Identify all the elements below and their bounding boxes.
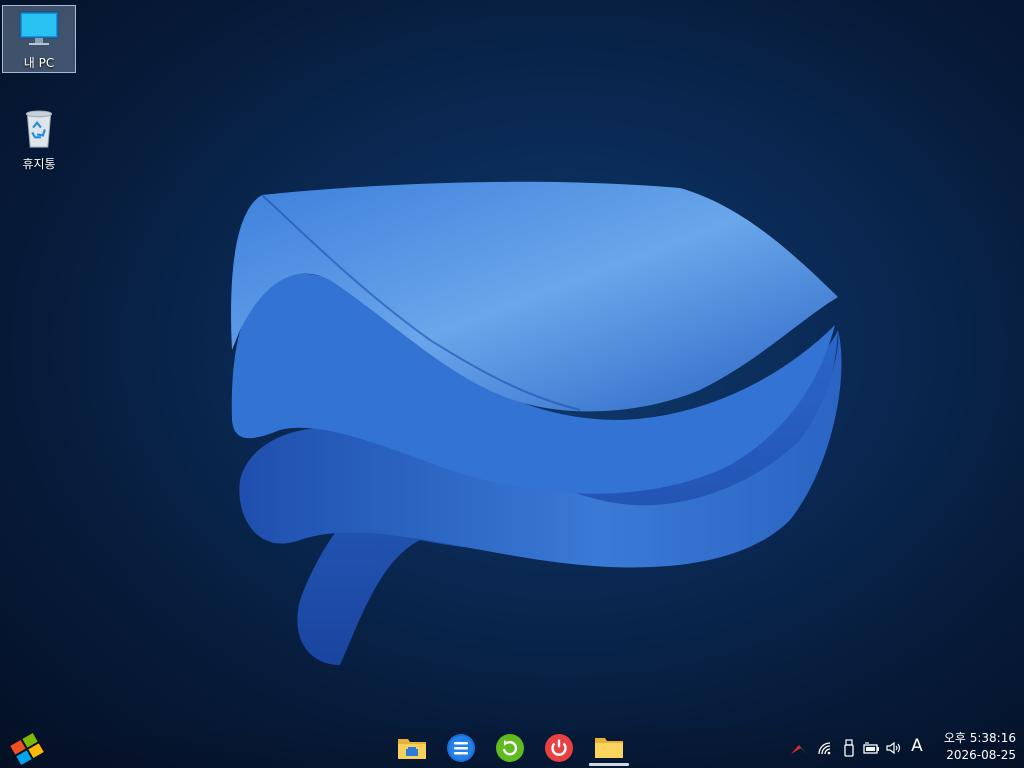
usb-icon xyxy=(844,739,854,757)
tray-volume[interactable] xyxy=(884,738,904,758)
desktop-icon-label: 휴지통 xyxy=(22,157,56,171)
wifi-icon xyxy=(818,742,831,755)
network-icon xyxy=(791,745,807,754)
ime-indicator[interactable]: A xyxy=(907,736,927,756)
tray-battery[interactable] xyxy=(861,738,881,758)
taskbar-app-folder[interactable] xyxy=(589,730,629,766)
menu-lines-icon xyxy=(447,734,475,762)
monitor-icon xyxy=(19,11,59,45)
tray-network[interactable] xyxy=(789,738,809,758)
power-icon xyxy=(545,734,573,762)
tray-usb[interactable] xyxy=(839,738,859,758)
taskbar-app-file-explorer[interactable] xyxy=(392,730,432,766)
wallpaper-bloom xyxy=(231,181,842,665)
desktop-icon-label: 내 PC xyxy=(23,56,55,70)
taskbar: A xyxy=(0,728,1024,768)
refresh-icon xyxy=(496,734,524,762)
recycle-bin-icon xyxy=(25,110,53,148)
taskbar-app-refresh[interactable] xyxy=(490,730,530,766)
desktop[interactable]: 내 PC 휴지통 xyxy=(0,0,1024,728)
folder-icon xyxy=(595,738,623,758)
clock-time: 오후 5:38:16 xyxy=(943,731,1016,745)
battery-icon xyxy=(863,742,879,754)
clock-date: 2026-08-25 xyxy=(946,748,1016,762)
tray-wifi[interactable] xyxy=(815,738,835,758)
volume-icon xyxy=(886,741,901,755)
taskbar-app-menu[interactable] xyxy=(441,730,481,766)
file-explorer-icon xyxy=(398,739,426,759)
windows-flag-icon xyxy=(10,732,44,766)
taskbar-app-power[interactable] xyxy=(539,730,579,766)
desktop-icon-my-pc[interactable]: 내 PC xyxy=(2,5,76,73)
start-button[interactable] xyxy=(8,732,46,766)
active-app-indicator xyxy=(589,763,629,766)
taskbar-clock[interactable]: 오후 5:38:16 2026-08-25 xyxy=(930,730,1016,766)
desktop-icon-recycle-bin[interactable]: 휴지통 xyxy=(2,104,76,172)
